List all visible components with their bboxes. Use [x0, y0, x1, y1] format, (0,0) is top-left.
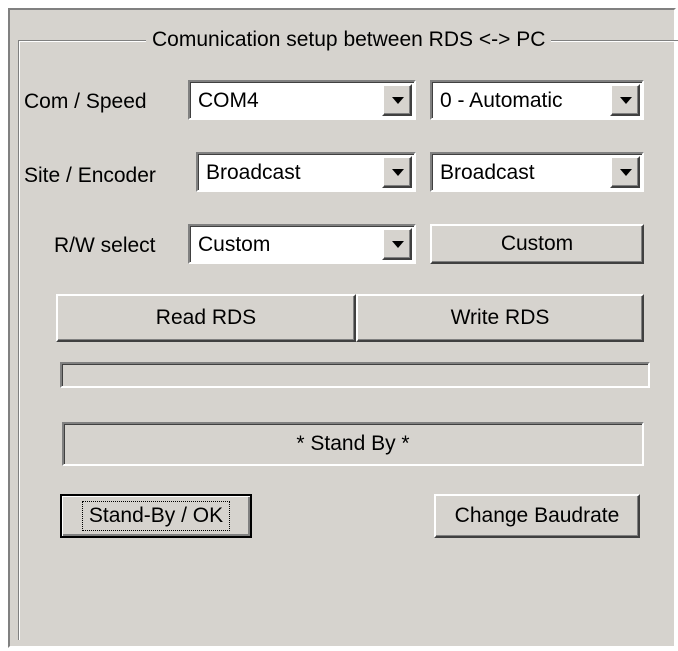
status-text: * Stand By * [296, 432, 410, 455]
com-port-select[interactable]: COM4 [188, 80, 416, 120]
standby-ok-button[interactable]: Stand-By / OK [60, 494, 252, 538]
chevron-down-icon[interactable] [382, 84, 412, 116]
rds-setup-panel: Comunication setup between RDS <-> PC Co… [8, 8, 678, 648]
encoder-select[interactable]: Broadcast [430, 152, 644, 192]
read-rds-button[interactable]: Read RDS [56, 294, 356, 342]
rw-select-value: Custom [198, 233, 271, 256]
chevron-down-icon[interactable] [382, 156, 412, 188]
chevron-down-icon[interactable] [610, 156, 640, 188]
site-value: Broadcast [206, 161, 301, 184]
site-select[interactable]: Broadcast [196, 152, 416, 192]
speed-value: 0 - Automatic [440, 89, 563, 112]
standby-ok-label: Stand-By / OK [81, 501, 231, 531]
rw-select-label: R/W select [54, 234, 156, 257]
group-title: Comunication setup between RDS <-> PC [146, 28, 552, 52]
com-speed-label: Com / Speed [24, 90, 147, 113]
site-encoder-label: Site / Encoder [24, 164, 156, 187]
change-baudrate-button[interactable]: Change Baudrate [434, 494, 640, 538]
custom-button[interactable]: Custom [430, 224, 644, 264]
progress-bar [60, 362, 650, 388]
chevron-down-icon[interactable] [382, 228, 412, 260]
status-display: * Stand By * [62, 422, 644, 466]
com-port-value: COM4 [198, 89, 259, 112]
chevron-down-icon[interactable] [610, 84, 640, 116]
rw-select[interactable]: Custom [188, 224, 416, 264]
encoder-value: Broadcast [440, 161, 535, 184]
speed-select[interactable]: 0 - Automatic [430, 80, 644, 120]
write-rds-button[interactable]: Write RDS [356, 294, 644, 342]
